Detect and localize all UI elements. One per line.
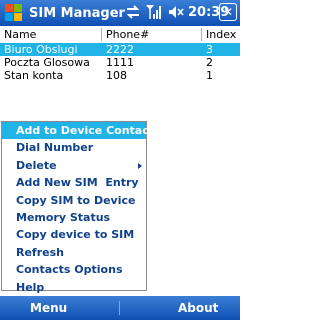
start-icon[interactable] [5, 4, 23, 22]
menu-item-label: Help [16, 280, 45, 294]
column-header-name[interactable]: Name [0, 26, 100, 43]
cell-name: Poczta Glosowa [4, 56, 90, 69]
menu-item-label: Delete [16, 158, 57, 172]
menu-item-copy-device-to-sim[interactable]: Copy device to SIM [2, 226, 146, 243]
sync-icon[interactable] [126, 5, 140, 19]
column-header-phone[interactable]: Phone# [102, 26, 200, 43]
table-row[interactable]: Poczta Glosowa 1111 2 [0, 56, 240, 69]
cell-name: Biuro Obslugi [4, 43, 78, 56]
column-header-row: Name Phone# Index [0, 26, 240, 44]
app-title: SIM Manager [29, 5, 125, 21]
menu-item-label: Contacts Options [16, 263, 123, 277]
menu-item-label: Copy device to SIM [16, 228, 135, 242]
column-header-index[interactable]: Index [202, 26, 240, 43]
menu-item-label: Memory Status [16, 210, 111, 224]
menu-item-memory-status[interactable]: Memory Status [2, 209, 146, 226]
title-bar: SIM Manager 20:39 ✕ [0, 0, 240, 26]
signal-icon[interactable] [146, 4, 162, 20]
menu-item-add-to-device-contact[interactable]: Add to Device Contact [2, 122, 154, 140]
menu-softkey[interactable]: Menu [30, 301, 67, 315]
table-row[interactable]: Biuro Obslugi 2222 3 [0, 43, 240, 56]
menu-item-label: Dial Number [16, 141, 94, 155]
menu-item-contacts-options[interactable]: Contacts Options [2, 261, 146, 278]
softkey-bar: Menu About [0, 296, 240, 320]
status-icons [126, 4, 184, 20]
cell-phone: 1111 [106, 56, 134, 69]
menu-item-delete[interactable]: Delete [2, 157, 146, 174]
speaker-muted-icon[interactable] [168, 5, 184, 19]
cell-name: Stan konta [4, 69, 64, 82]
close-button[interactable]: ✕ [219, 3, 237, 21]
menu-item-add-new-sim-entry[interactable]: Add New SIM Entry [2, 174, 146, 191]
menu-item-label: Add to Device Contact [16, 124, 154, 137]
cell-index: 2 [206, 56, 213, 69]
menu-item-label: Copy SIM to Device [16, 193, 136, 207]
submenu-arrow-icon [138, 162, 142, 169]
about-softkey[interactable]: About [178, 301, 218, 315]
cell-index: 3 [206, 43, 213, 56]
table-row[interactable]: Stan konta 108 1 [0, 69, 240, 82]
menu-item-copy-sim-to-device[interactable]: Copy SIM to Device [2, 192, 146, 209]
menu-item-label: Add New SIM Entry [16, 176, 139, 190]
contact-list: Biuro Obslugi 2222 3 Poczta Glosowa 1111… [0, 43, 240, 82]
softkey-divider [119, 301, 120, 315]
cell-phone: 2222 [106, 43, 134, 56]
menu-item-label: Refresh [16, 245, 64, 259]
cell-phone: 108 [106, 69, 127, 82]
cell-index: 1 [206, 69, 213, 82]
menu-item-help[interactable]: Help [2, 279, 146, 296]
menu-item-refresh[interactable]: Refresh [2, 244, 146, 261]
context-menu: Add to Device Contact Dial Number Delete… [1, 121, 154, 294]
menu-item-dial-number[interactable]: Dial Number [2, 139, 146, 156]
